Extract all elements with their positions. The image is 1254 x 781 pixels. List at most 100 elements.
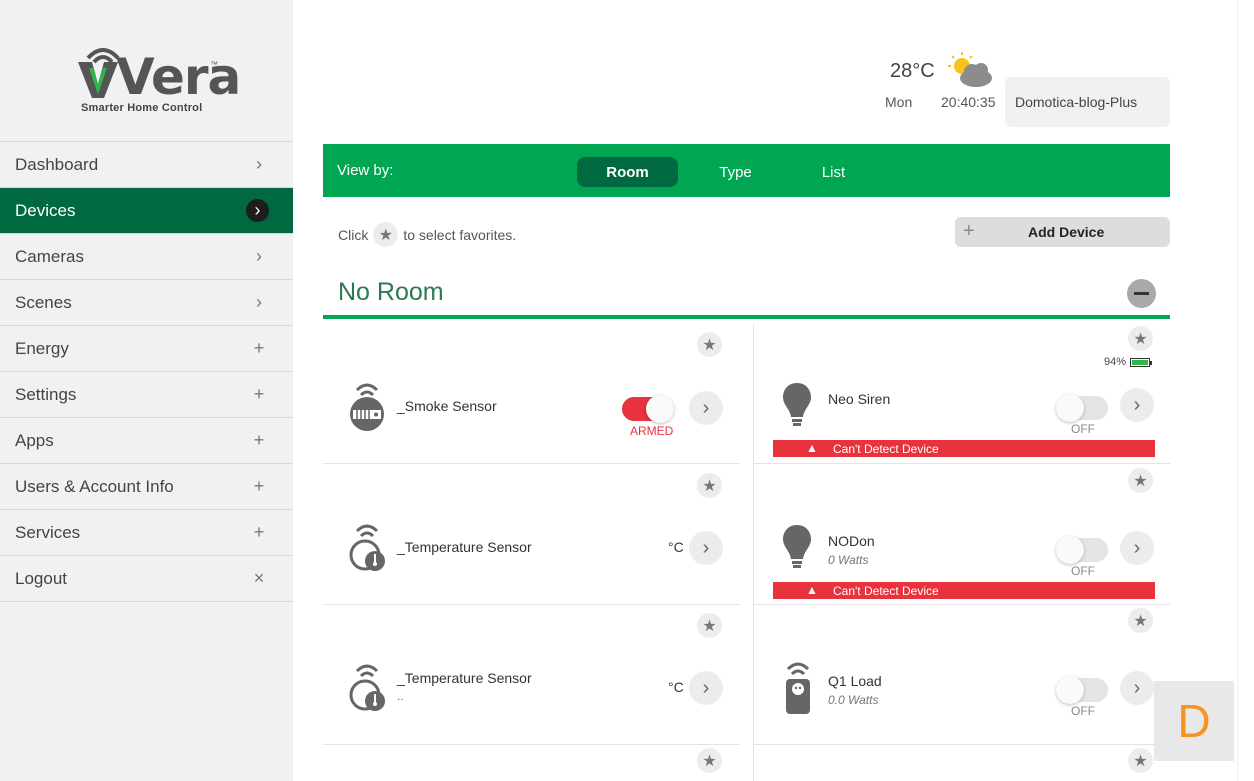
plus-icon: + [253, 430, 265, 450]
view-by-bar: View by: Room Type List [323, 144, 1170, 197]
sidebar-item-label: Logout [15, 568, 67, 588]
sidebar-item-users-account-info[interactable]: Users & Account Info + [0, 464, 293, 510]
logo-trademark: ™ [210, 60, 218, 69]
light-bulb-icon [783, 383, 811, 426]
tab-room[interactable]: Room [577, 157, 678, 187]
add-device-button[interactable]: + Add Device [955, 217, 1170, 247]
plus-icon: + [253, 476, 265, 496]
temperature-sensor-icon [349, 664, 385, 711]
partly-cloudy-icon [948, 52, 992, 87]
room-divider [323, 315, 1170, 319]
device-card-smoke-sensor: ★ _Smoke Sensor ARMED › [323, 324, 740, 464]
device-alert-bar: ▲ Can't Detect Device [773, 440, 1155, 457]
sidebar-item-label: Settings [15, 384, 77, 404]
toggle-knob [646, 395, 674, 423]
sidebar-item-label: Apps [15, 430, 54, 450]
sidebar-nav: Dashboard › Devices › Cameras › Scenes ›… [0, 141, 293, 602]
device-alert-bar: ▲ Can't Detect Device [773, 582, 1155, 599]
device-status: OFF [1071, 564, 1095, 578]
chevron-right-icon: › [256, 246, 262, 266]
favorite-star-icon[interactable]: ★ [1128, 608, 1153, 633]
chevron-right-icon[interactable]: › [689, 671, 723, 705]
controller-unit-selector[interactable]: Domotica-blog-Plus [1005, 77, 1170, 127]
battery-indicator: 94% [1104, 356, 1153, 368]
sidebar-item-label: Cameras [15, 246, 84, 266]
chevron-right-icon[interactable]: › [1120, 388, 1154, 422]
device-card-partial: ★ [323, 745, 740, 781]
sidebar-item-services[interactable]: Services + [0, 510, 293, 556]
close-icon: × [253, 568, 265, 588]
device-power: 0.0 Watts [828, 693, 879, 707]
favorites-hint-prefix: Click [338, 226, 369, 243]
device-card-nodon: ★ NODon 0 Watts OFF › ▲ Can't Detect Dev… [754, 465, 1170, 605]
plus-icon: + [963, 220, 975, 242]
device-name: Neo Siren [828, 391, 891, 407]
smart-plug-icon [786, 662, 810, 714]
star-icon: ★ [373, 222, 399, 247]
sidebar-item-label: Scenes [15, 292, 72, 312]
sidebar-item-energy[interactable]: Energy + [0, 326, 293, 372]
device-status: ARMED [630, 424, 674, 438]
tab-type[interactable]: Type [698, 157, 773, 187]
room-title: No Room [338, 278, 444, 306]
favorite-star-icon[interactable]: ★ [697, 748, 722, 773]
light-bulb-icon [783, 525, 811, 568]
device-power: 0 Watts [828, 553, 869, 567]
sidebar-item-dashboard[interactable]: Dashboard › [0, 142, 293, 188]
sidebar-item-label: Dashboard [15, 154, 99, 174]
power-toggle[interactable] [1056, 536, 1108, 564]
chevron-right-icon[interactable]: › [689, 391, 723, 425]
device-name: NODon [828, 533, 875, 549]
toggle-knob [1056, 676, 1084, 704]
view-by-label: View by: [337, 162, 394, 179]
scrollbar[interactable] [1237, 0, 1254, 781]
favorite-star-icon[interactable]: ★ [697, 613, 722, 638]
chevron-right-icon: › [246, 199, 269, 222]
power-toggle[interactable] [1056, 394, 1108, 422]
favorite-star-icon[interactable]: ★ [697, 332, 722, 357]
smoke-sensor-icon [350, 383, 384, 431]
overlay-badge: D [1154, 681, 1234, 761]
sidebar-item-scenes[interactable]: Scenes › [0, 280, 293, 326]
toggle-knob [1056, 536, 1084, 564]
sidebar-item-label: Services [15, 522, 81, 542]
sidebar-item-logout[interactable]: Logout × [0, 556, 293, 602]
vera-logo[interactable]: Vera ™ Smarter Home Control [70, 40, 241, 120]
clock-time: 20:40:35 [941, 94, 996, 110]
device-card-temperature-sensor: ★ _Temperature Sensor .. °C › [323, 605, 740, 745]
chevron-right-icon[interactable]: › [1120, 671, 1154, 705]
arm-toggle[interactable] [622, 395, 674, 423]
tab-list[interactable]: List [801, 157, 866, 187]
device-subtext: .. [397, 689, 404, 703]
temperature-unit: °C [668, 539, 684, 555]
warning-icon: ▲ [806, 441, 818, 455]
temperature-sensor-icon [349, 524, 385, 571]
plus-icon: + [253, 522, 265, 542]
device-card-temperature-sensor: ★ _Temperature Sensor °C › [323, 465, 740, 605]
favorite-star-icon[interactable]: ★ [1128, 468, 1153, 493]
chevron-right-icon: › [256, 292, 262, 312]
vera-v-mark-icon [78, 62, 118, 98]
chevron-right-icon[interactable]: › [689, 531, 723, 565]
device-card-neo-siren: ★ 94% Neo Siren OFF › ▲ Can't Detect Dev… [754, 324, 1170, 464]
sidebar-item-label: Users & Account Info [15, 476, 174, 496]
add-device-label: Add Device [1028, 224, 1105, 240]
sidebar-item-settings[interactable]: Settings + [0, 372, 293, 418]
sidebar-item-devices[interactable]: Devices › [0, 188, 293, 234]
alert-text: Can't Detect Device [833, 584, 939, 598]
favorite-star-icon[interactable]: ★ [1128, 326, 1153, 351]
device-name: _Smoke Sensor [397, 398, 497, 414]
controller-unit-name: Domotica-blog-Plus [1015, 94, 1138, 110]
sidebar-item-cameras[interactable]: Cameras › [0, 234, 293, 280]
favorite-star-icon[interactable]: ★ [1128, 748, 1153, 773]
power-toggle[interactable] [1056, 676, 1108, 704]
sidebar-item-apps[interactable]: Apps + [0, 418, 293, 464]
weather-temperature: 28°C [890, 60, 935, 82]
favorites-hint-suffix: to select favorites. [403, 226, 517, 243]
collapse-room-button[interactable] [1127, 279, 1156, 308]
favorite-star-icon[interactable]: ★ [697, 473, 722, 498]
chevron-right-icon: › [256, 154, 262, 174]
battery-level: 94% [1104, 356, 1127, 368]
device-status: OFF [1071, 704, 1095, 718]
chevron-right-icon[interactable]: › [1120, 531, 1154, 565]
